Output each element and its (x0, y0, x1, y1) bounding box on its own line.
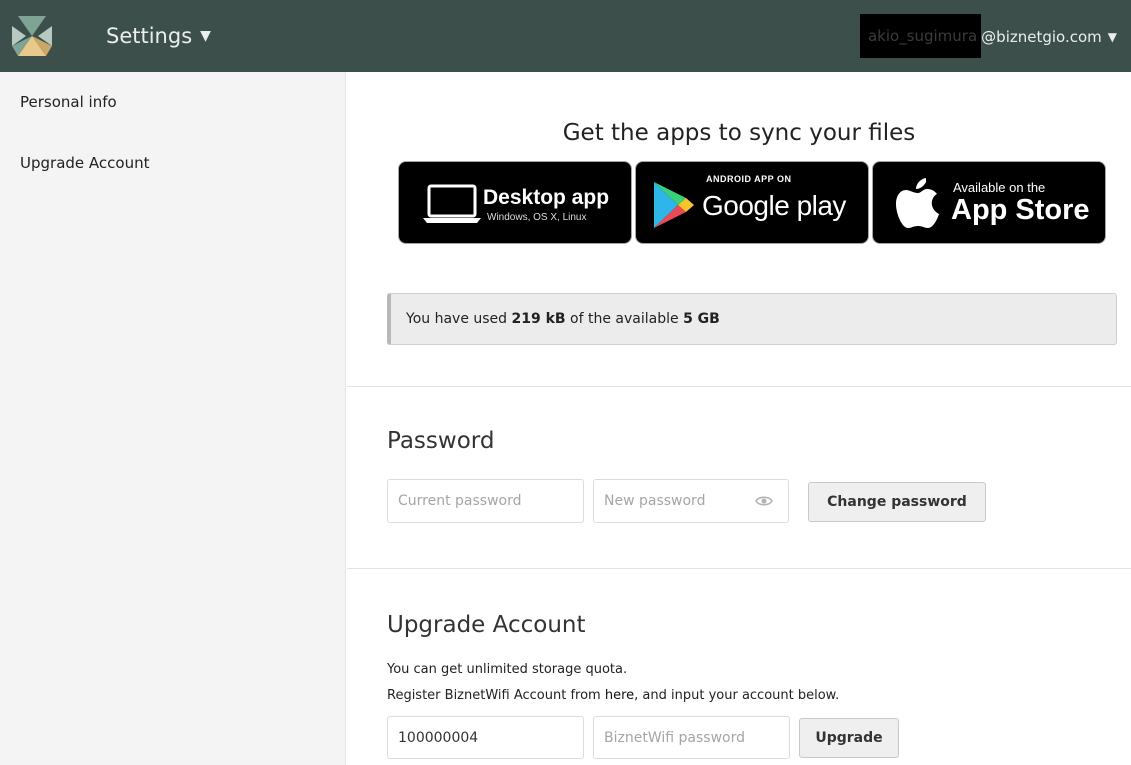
eye-icon[interactable] (755, 495, 773, 507)
biznetwifi-account-input[interactable] (387, 716, 584, 759)
sidebar: Personal info Upgrade Account (0, 72, 346, 765)
change-password-button[interactable]: Change password (808, 482, 986, 522)
chevron-down-icon: ▼ (1107, 30, 1117, 44)
section-divider (347, 568, 1131, 569)
app-store-caption: Available on the (953, 180, 1046, 195)
user-email-domain: @biznetgio.com (981, 28, 1102, 46)
upgrade-button[interactable]: Upgrade (799, 718, 899, 758)
upgrade-instructions-after: , and input your account below. (634, 688, 840, 703)
google-play-caption: ANDROID APP ON (706, 174, 792, 184)
laptop-icon (423, 184, 481, 223)
apple-icon (896, 178, 939, 228)
chevron-down-icon: ▼ (200, 28, 211, 44)
app-logo-icon[interactable] (10, 14, 54, 58)
quota-middle: of the available (565, 311, 684, 327)
desktop-app-label: Desktop app (483, 186, 610, 209)
main-content: Get the apps to sync your files Desktop … (347, 72, 1131, 765)
section-divider (347, 386, 1131, 387)
upgrade-instructions: Register BiznetWifi Account from here, a… (387, 688, 839, 703)
upgrade-instructions-before: Register BiznetWifi Account from (387, 688, 605, 703)
user-menu[interactable]: akio_sugimura @biznetgio.com ▼ (859, 14, 1117, 58)
biznetwifi-password-input[interactable] (593, 716, 790, 759)
register-here-link[interactable]: here (605, 688, 634, 703)
google-play-badge[interactable]: ANDROID APP ON Google play (635, 161, 869, 244)
app-store-badge[interactable]: Available on the App Store (872, 161, 1106, 244)
quota-total: 5 GB (683, 311, 720, 327)
sidebar-item-upgrade-account[interactable]: Upgrade Account (20, 154, 149, 172)
storage-quota-notice: You have used 219 kB of the available 5 … (387, 293, 1117, 345)
desktop-app-badge[interactable]: Desktop app Windows, OS X, Linux (398, 161, 632, 244)
apps-title: Get the apps to sync your files (562, 120, 916, 146)
desktop-app-platforms: Windows, OS X, Linux (487, 212, 587, 223)
sidebar-item-personal-info[interactable]: Personal info (20, 93, 117, 111)
google-play-label: Google play (702, 190, 846, 221)
redacted-username: akio_sugimura (859, 14, 982, 58)
current-password-input[interactable] (387, 479, 584, 523)
google-play-icon (654, 182, 694, 228)
app-store-label: App Store (951, 194, 1090, 226)
quota-used: 219 kB (511, 311, 566, 327)
top-header: Settings ▼ akio_sugimura @biznetgio.com … (0, 0, 1131, 72)
password-section-title: Password (387, 428, 495, 454)
upgrade-description: You can get unlimited storage quota. (387, 662, 628, 677)
upgrade-section-title: Upgrade Account (387, 612, 586, 638)
settings-menu-toggle[interactable]: Settings ▼ (106, 20, 211, 52)
settings-menu-label: Settings (106, 24, 193, 48)
quota-prefix: You have used (406, 311, 512, 327)
